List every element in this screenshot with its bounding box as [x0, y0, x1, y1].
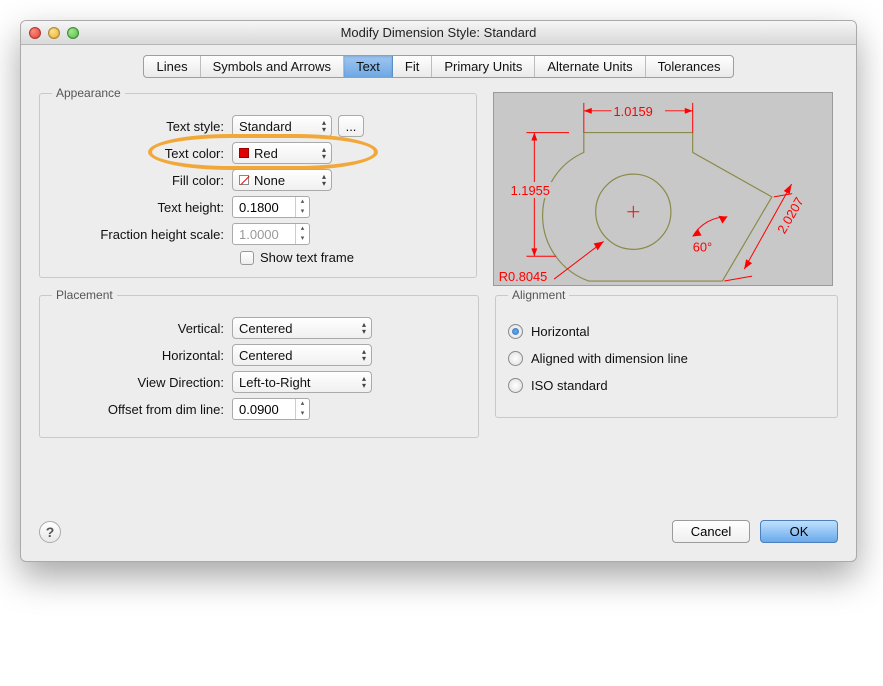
dimension-preview-icon: 1.0159 1.1955	[494, 93, 832, 285]
titlebar: Modify Dimension Style: Standard	[21, 21, 856, 45]
vertical-value: Centered	[239, 321, 292, 336]
text-height-stepper[interactable]: ▴▾	[232, 196, 310, 218]
ok-button[interactable]: OK	[760, 520, 838, 543]
step-down-icon[interactable]: ▾	[296, 409, 309, 419]
show-text-frame-label: Show text frame	[260, 250, 354, 265]
alignment-group: Alignment Horizontal Aligned with dimens…	[495, 288, 838, 418]
fraction-scale-stepper: ▴▾	[232, 223, 310, 245]
tab-lines[interactable]: Lines	[144, 56, 200, 77]
cancel-button[interactable]: Cancel	[672, 520, 750, 543]
alignment-iso-radio[interactable]	[508, 378, 523, 393]
tab-alternate-units[interactable]: Alternate Units	[535, 56, 645, 77]
svg-text:60°: 60°	[693, 239, 712, 254]
appearance-legend: Appearance	[52, 86, 125, 100]
view-direction-label: View Direction:	[52, 375, 232, 390]
text-color-select[interactable]: Red ▴▾	[232, 142, 332, 164]
text-style-browse-button[interactable]: ...	[338, 115, 364, 137]
placement-legend: Placement	[52, 288, 117, 302]
tab-primary-units[interactable]: Primary Units	[432, 56, 535, 77]
fill-color-label: Fill color:	[52, 173, 232, 188]
alignment-aligned-label: Aligned with dimension line	[531, 351, 688, 366]
tab-text[interactable]: Text	[344, 56, 393, 77]
placement-group: Placement Vertical: Centered ▴▾ Horizont…	[39, 288, 479, 438]
red-swatch-icon	[239, 148, 249, 158]
text-height-input[interactable]	[233, 200, 295, 215]
alignment-aligned-radio[interactable]	[508, 351, 523, 366]
text-color-label: Text color:	[52, 146, 232, 161]
tab-tolerances[interactable]: Tolerances	[646, 56, 733, 77]
none-swatch-icon	[239, 175, 249, 185]
alignment-legend: Alignment	[508, 288, 569, 302]
chevron-updown-icon: ▴▾	[362, 375, 365, 389]
appearance-group: Appearance Text style: Standard ▴▾ ... T…	[39, 86, 477, 278]
chevron-updown-icon: ▴▾	[322, 119, 325, 133]
chevron-updown-icon: ▴▾	[322, 173, 325, 187]
window-title: Modify Dimension Style: Standard	[21, 25, 856, 40]
fraction-scale-input	[233, 227, 295, 242]
alignment-horizontal-radio[interactable]	[508, 324, 523, 339]
horizontal-label: Horizontal:	[52, 348, 232, 363]
chevron-updown-icon: ▴▾	[362, 321, 365, 335]
alignment-iso-label: ISO standard	[531, 378, 608, 393]
show-text-frame-checkbox[interactable]	[240, 251, 254, 265]
dialog-footer: ? Cancel OK	[21, 512, 856, 561]
chevron-updown-icon: ▴▾	[322, 146, 325, 160]
step-up-icon: ▴	[296, 224, 309, 234]
step-down-icon[interactable]: ▾	[296, 207, 309, 217]
text-style-select[interactable]: Standard ▴▾	[232, 115, 332, 137]
offset-input[interactable]	[233, 402, 295, 417]
chevron-updown-icon: ▴▾	[362, 348, 365, 362]
step-up-icon[interactable]: ▴	[296, 399, 309, 409]
vertical-select[interactable]: Centered ▴▾	[232, 317, 372, 339]
svg-text:2.0207: 2.0207	[774, 195, 807, 237]
text-color-value: Red	[254, 146, 278, 161]
svg-text:R0.8045: R0.8045	[499, 269, 548, 284]
step-down-icon: ▾	[296, 234, 309, 244]
preview-pane: 1.0159 1.1955	[493, 86, 838, 286]
step-up-icon[interactable]: ▴	[296, 197, 309, 207]
text-height-label: Text height:	[52, 200, 232, 215]
svg-text:1.0159: 1.0159	[614, 104, 653, 119]
svg-text:1.1955: 1.1955	[511, 183, 550, 198]
text-style-label: Text style:	[52, 119, 232, 134]
fill-color-select[interactable]: None ▴▾	[232, 169, 332, 191]
horizontal-select[interactable]: Centered ▴▾	[232, 344, 372, 366]
alignment-horizontal-label: Horizontal	[531, 324, 590, 339]
fraction-scale-label: Fraction height scale:	[52, 227, 232, 242]
horizontal-value: Centered	[239, 348, 292, 363]
view-direction-value: Left-to-Right	[239, 375, 311, 390]
tab-bar: Lines Symbols and Arrows Text Fit Primar…	[21, 45, 856, 82]
tab-symbols-arrows[interactable]: Symbols and Arrows	[201, 56, 345, 77]
vertical-label: Vertical:	[52, 321, 232, 336]
help-button[interactable]: ?	[39, 521, 61, 543]
view-direction-select[interactable]: Left-to-Right ▴▾	[232, 371, 372, 393]
text-style-value: Standard	[239, 119, 292, 134]
offset-label: Offset from dim line:	[52, 402, 232, 417]
fill-color-value: None	[254, 173, 285, 188]
dialog-window: Modify Dimension Style: Standard Lines S…	[20, 20, 857, 562]
offset-stepper[interactable]: ▴▾	[232, 398, 310, 420]
tab-fit[interactable]: Fit	[393, 56, 432, 77]
